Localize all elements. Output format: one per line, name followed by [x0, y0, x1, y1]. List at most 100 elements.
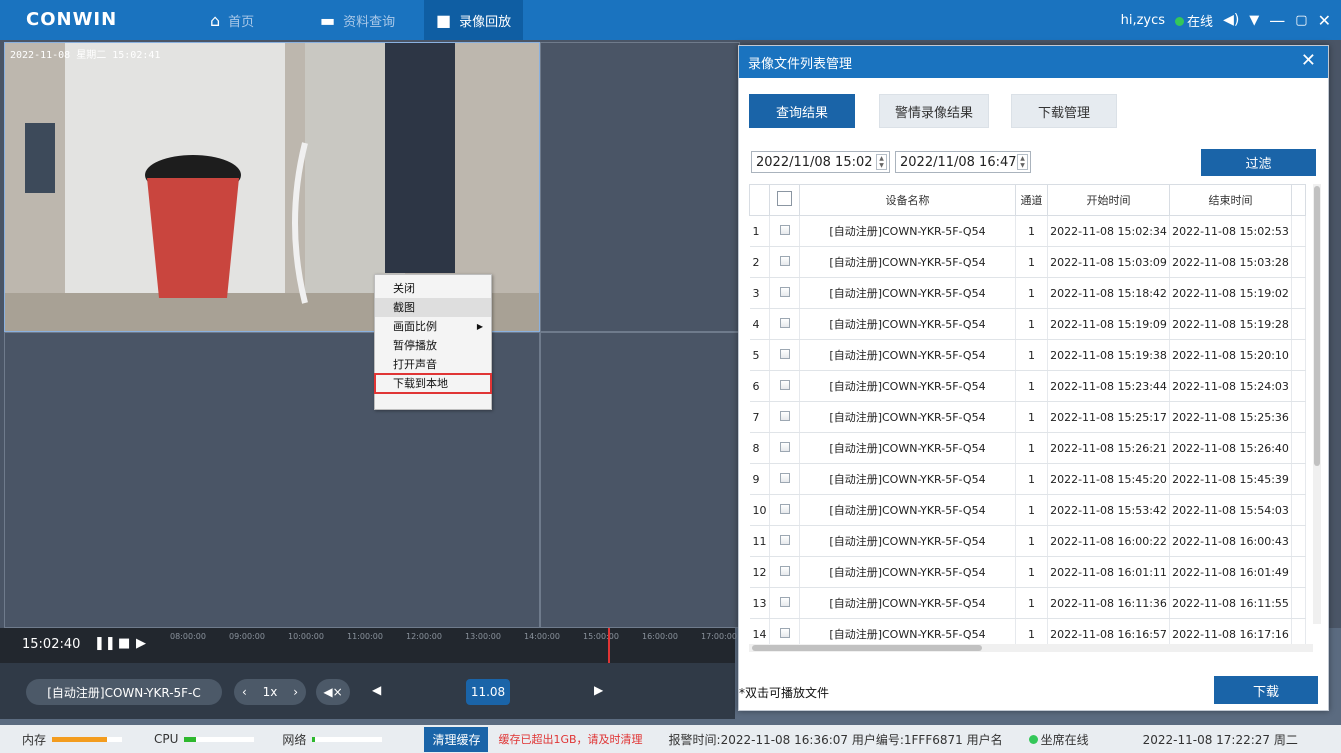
menu-pause[interactable]: 暂停播放 — [375, 336, 491, 355]
slower-icon[interactable]: ‹ — [242, 685, 247, 699]
checkbox[interactable] — [779, 472, 790, 483]
video-cell-4[interactable] — [540, 332, 740, 628]
table-row[interactable]: 11 [自动注册]COWN-YKR-5F-Q54 1 2022-11-08 16:00… — [749, 525, 1306, 557]
row-checkbox[interactable] — [769, 339, 800, 371]
tab-query-results[interactable]: 查询结果 — [749, 94, 855, 128]
table-row[interactable]: 10 [自动注册]COWN-YKR-5F-Q54 1 2022-11-08 15:53… — [749, 494, 1306, 526]
nav-home[interactable]: ⌂ 首页 — [200, 0, 264, 40]
table-row[interactable]: 6 [自动注册]COWN-YKR-5F-Q54 1 2022-11-08 15:23:… — [749, 370, 1306, 402]
username: hi,zycs — [1120, 12, 1166, 28]
filter-button[interactable]: 过滤 — [1201, 149, 1316, 176]
minimize-icon[interactable]: — — [1269, 11, 1285, 30]
mute-icon[interactable]: ◀× — [316, 679, 350, 705]
pause-icon[interactable]: ❚❚ — [94, 636, 116, 651]
device-selector[interactable]: [自动注册]COWN-YKR-5F-C — [26, 679, 222, 705]
table-row[interactable]: 4 [自动注册]COWN-YKR-5F-Q54 1 2022-11-08 15:19:… — [749, 308, 1306, 340]
download-button[interactable]: 下载 — [1214, 676, 1318, 704]
table-row[interactable]: 1 [自动注册]COWN-YKR-5F-Q54 1 2022-11-08 15:02:… — [749, 215, 1306, 247]
prev-date-icon[interactable]: ◀ — [372, 683, 381, 697]
video-cell-2[interactable] — [540, 42, 740, 332]
select-all-checkbox[interactable] — [769, 184, 800, 216]
clock: 2022-11-08 17:22:27 周二 — [1142, 732, 1298, 747]
menu-aspect-ratio[interactable]: 画面比例 ▶ — [375, 317, 491, 336]
end-datetime-input[interactable]: 2022/11/08 16:47 ▲ ▼ — [895, 151, 1031, 173]
col-end[interactable]: 结束时间 — [1169, 184, 1292, 216]
tab-alarm-results[interactable]: 警情录像结果 — [879, 94, 989, 128]
checkbox[interactable] — [779, 565, 790, 576]
row-checkbox[interactable] — [769, 246, 800, 278]
checkbox[interactable] — [779, 286, 790, 297]
row-checkbox[interactable] — [769, 432, 800, 464]
checkbox[interactable] — [779, 627, 790, 638]
table-row[interactable]: 13 [自动注册]COWN-YKR-5F-Q54 1 2022-11-08 16:11… — [749, 587, 1306, 619]
table-row[interactable]: 14 [自动注册]COWN-YKR-5F-Q54 1 2022-11-08 16:16… — [749, 618, 1306, 644]
row-checkbox[interactable] — [769, 308, 800, 340]
close-icon[interactable]: ✕ — [1318, 11, 1331, 30]
row-checkbox[interactable] — [769, 463, 800, 495]
row-checkbox[interactable] — [769, 277, 800, 309]
table-row[interactable]: 3 [自动注册]COWN-YKR-5F-Q54 1 2022-11-08 15:18:… — [749, 277, 1306, 309]
row-checkbox[interactable] — [769, 494, 800, 526]
checkbox[interactable] — [779, 441, 790, 452]
cell-device: [自动注册]COWN-YKR-5F-Q54 — [799, 525, 1016, 557]
row-checkbox[interactable] — [769, 618, 800, 644]
volume-icon[interactable]: ◀) — [1223, 12, 1239, 28]
step-forward-icon[interactable]: ▶ — [136, 636, 146, 651]
speed-control[interactable]: ‹ 1x › — [234, 679, 306, 705]
table-row[interactable]: 5 [自动注册]COWN-YKR-5F-Q54 1 2022-11-08 15:19:… — [749, 339, 1306, 371]
table-row[interactable]: 9 [自动注册]COWN-YKR-5F-Q54 1 2022-11-08 15:45:… — [749, 463, 1306, 495]
menu-screenshot[interactable]: 截图 — [375, 298, 491, 317]
col-device[interactable]: 设备名称 — [799, 184, 1016, 216]
next-date-icon[interactable]: ▶ — [594, 683, 603, 697]
row-checkbox[interactable] — [769, 401, 800, 433]
cell-spacer — [1291, 556, 1306, 588]
spinner-icon[interactable]: ▲ ▼ — [1017, 154, 1028, 170]
table-row[interactable]: 2 [自动注册]COWN-YKR-5F-Q54 1 2022-11-08 15:03:… — [749, 246, 1306, 278]
tab-download-manage[interactable]: 下载管理 — [1011, 94, 1117, 128]
dropdown-icon[interactable]: ▼ — [1249, 13, 1259, 28]
cell-device: [自动注册]COWN-YKR-5F-Q54 — [799, 401, 1016, 433]
close-icon[interactable]: ✕ — [1301, 50, 1316, 71]
faster-icon[interactable]: › — [293, 685, 298, 699]
checkbox[interactable] — [779, 534, 790, 545]
date-display[interactable]: 11.08 — [466, 679, 510, 705]
spinner-icon[interactable]: ▲ ▼ — [876, 154, 887, 170]
vertical-scrollbar[interactable] — [1313, 184, 1321, 624]
table-row[interactable]: 12 [自动注册]COWN-YKR-5F-Q54 1 2022-11-08 16:01… — [749, 556, 1306, 588]
row-checkbox[interactable] — [769, 370, 800, 402]
row-checkbox[interactable] — [769, 525, 800, 557]
row-checkbox[interactable] — [769, 556, 800, 588]
checkbox[interactable] — [779, 348, 790, 359]
table-row[interactable]: 7 [自动注册]COWN-YKR-5F-Q54 1 2022-11-08 15:25:… — [749, 401, 1306, 433]
nav-playback[interactable]: ■ 录像回放 — [424, 0, 524, 40]
cell-channel: 1 — [1015, 339, 1048, 371]
row-checkbox[interactable] — [769, 215, 800, 247]
menu-audio[interactable]: 打开声音 — [375, 355, 491, 374]
table-row[interactable]: 8 [自动注册]COWN-YKR-5F-Q54 1 2022-11-08 15:26:… — [749, 432, 1306, 464]
clear-cache-button[interactable]: 清理缓存 — [424, 726, 489, 752]
timeline[interactable]: 15:02:40 ❚❚ ■ ▶ 08:00:00 09:00:00 10:00:00… — [0, 628, 737, 663]
scroll-thumb[interactable] — [752, 645, 982, 651]
restore-icon[interactable]: ▢ — [1295, 13, 1307, 28]
nav-data-query[interactable]: ▬ 资料查询 — [310, 0, 405, 40]
row-index: 4 — [749, 308, 770, 340]
checkbox[interactable] — [779, 503, 790, 514]
stop-icon[interactable]: ■ — [118, 636, 130, 651]
checkbox[interactable] — [779, 317, 790, 328]
cell-channel: 1 — [1015, 246, 1048, 278]
scroll-thumb[interactable] — [1314, 186, 1320, 466]
row-checkbox[interactable] — [769, 587, 800, 619]
checkbox[interactable] — [779, 224, 790, 235]
horizontal-scrollbar[interactable] — [749, 644, 1313, 652]
checkbox[interactable] — [779, 596, 790, 607]
playhead[interactable] — [608, 628, 610, 663]
menu-close[interactable]: 关闭 — [375, 279, 491, 298]
col-start[interactable]: 开始时间 — [1047, 184, 1170, 216]
start-datetime-input[interactable]: 2022/11/08 15:02 ▲ ▼ — [751, 151, 890, 173]
checkbox[interactable] — [779, 410, 790, 421]
col-channel[interactable]: 通道 — [1015, 184, 1048, 216]
cell-end: 2022-11-08 15:03:28 — [1169, 246, 1292, 278]
menu-download-local[interactable]: 下载到本地 — [374, 373, 492, 394]
checkbox[interactable] — [779, 379, 790, 390]
checkbox[interactable] — [779, 255, 790, 266]
